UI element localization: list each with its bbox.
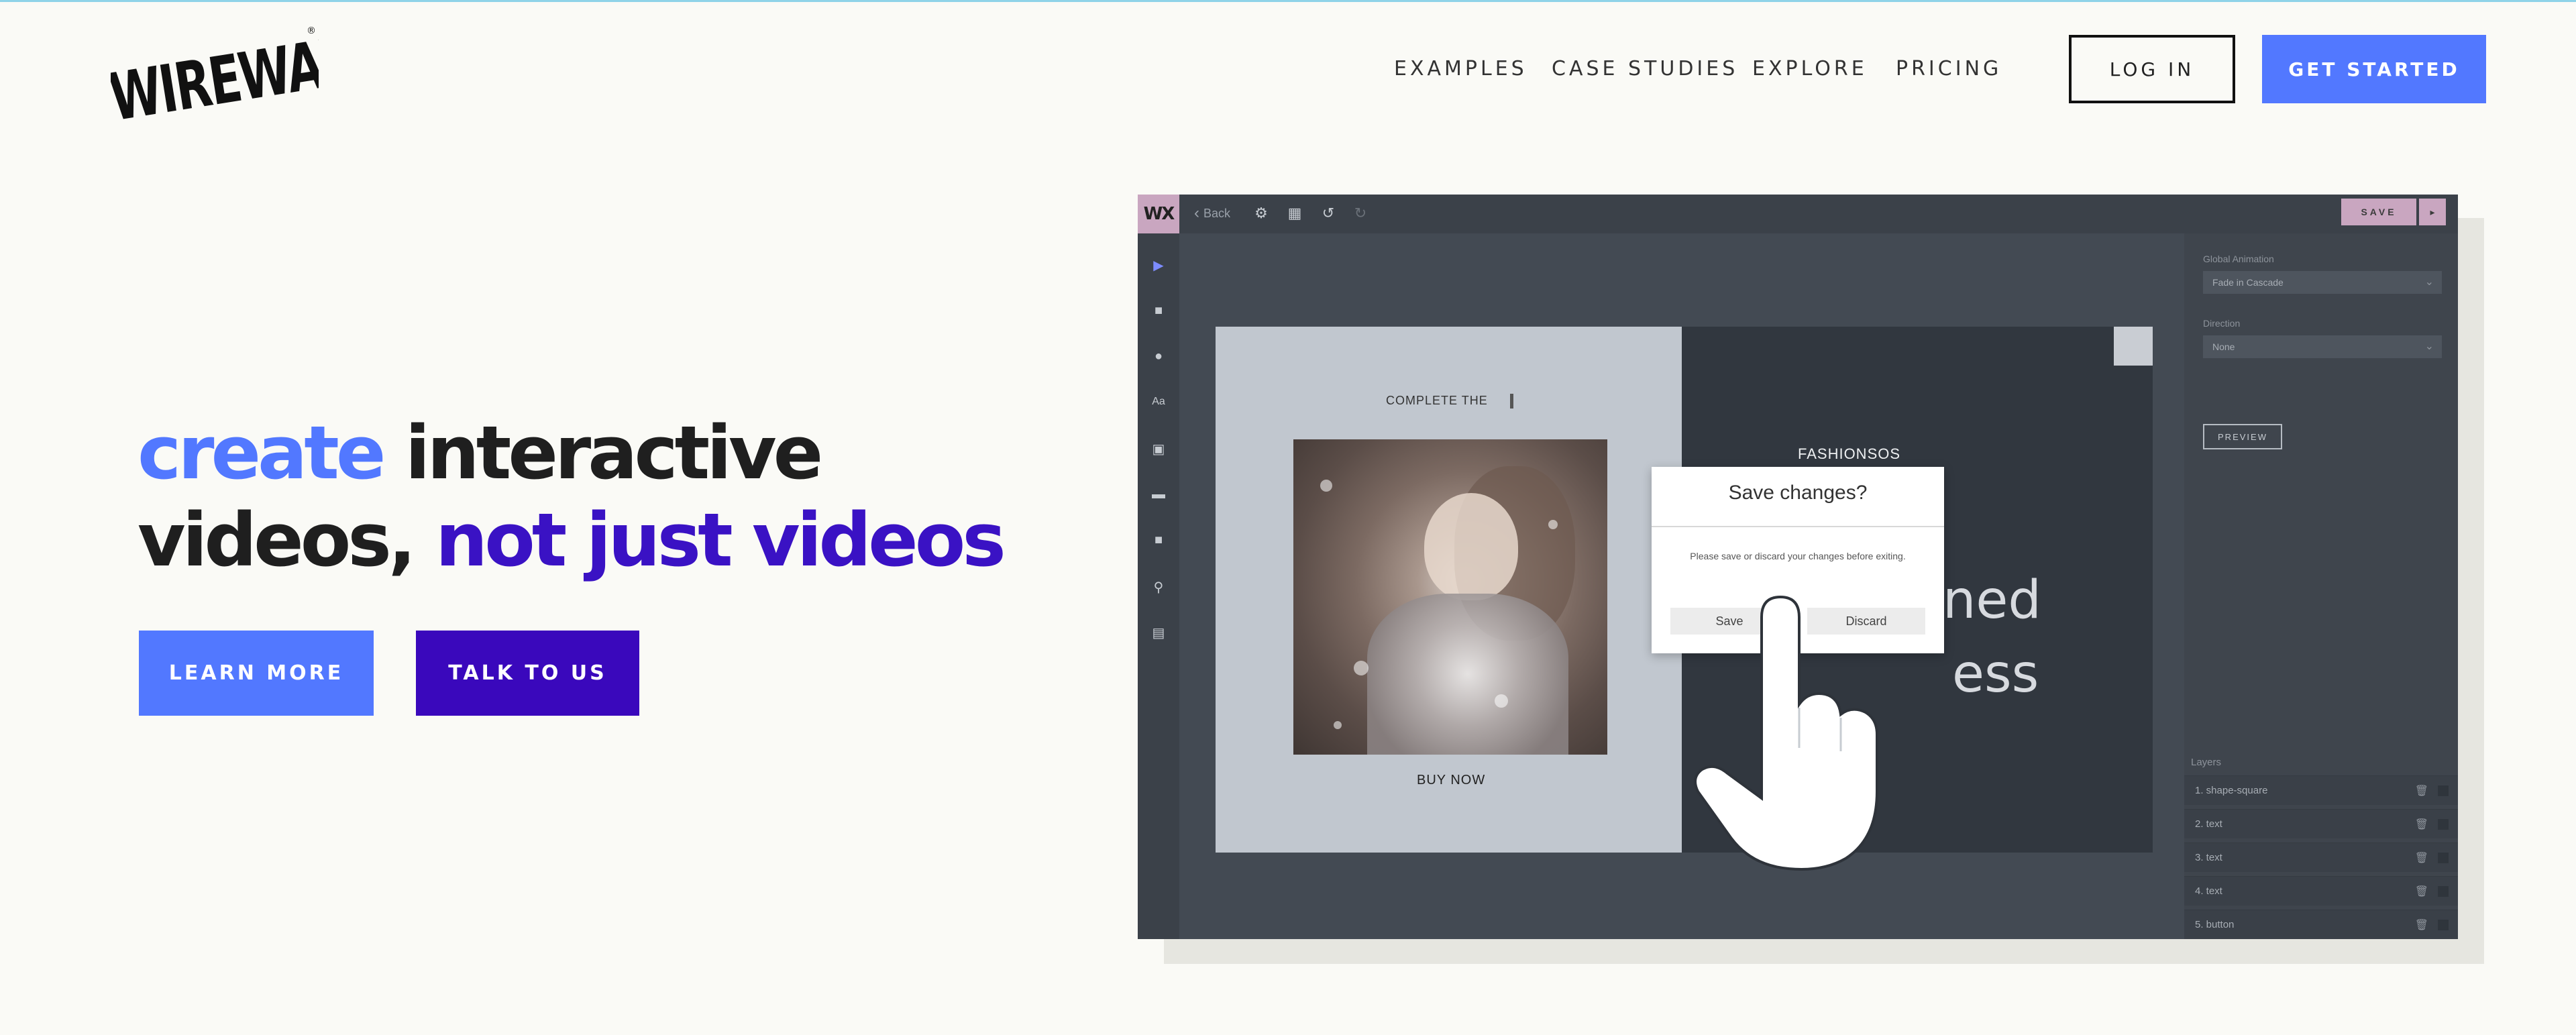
editor-toolbar: WX ‹ Back ⚙ ▦ ↺ ↻ SAVE ▸ [1138,195,2458,233]
layer-item[interactable]: 3. text 🗑 [2184,842,2458,872]
editor-tool-sidebar: ▶ ■ ● Aa ▣ ▬ ■ ⚲ ▤ [1138,233,1179,939]
photo-sweater [1367,594,1568,755]
hand-pointer-icon [1694,595,1878,871]
complete-the-text[interactable]: COMPLETE THE [1386,394,1488,408]
square-tool-icon[interactable]: ■ [1147,299,1170,322]
nav-explore[interactable]: EXPLORE [1752,57,1868,80]
location-tool-icon[interactable]: ⚲ [1147,576,1170,598]
video-tool-icon[interactable]: ■ [1147,529,1170,551]
chevron-down-icon: ⌄ [2424,341,2434,352]
dialog-divider [1652,526,1944,527]
photo-bokeh [1320,480,1332,492]
canvas-big-text-2[interactable]: ess [1952,644,2039,704]
redo-icon[interactable]: ↻ [1351,204,1370,223]
trash-icon[interactable]: 🗑 [2415,818,2428,831]
visibility-toggle[interactable] [2438,819,2449,830]
photo-bokeh [1495,694,1508,708]
layer-item[interactable]: 1. shape-square 🗑 [2184,775,2458,805]
settings-icon[interactable]: ⚙ [1252,204,1271,223]
photo-face [1424,493,1518,600]
properties-panel: Global Animation Fade in Cascade ⌄ Direct… [2184,233,2458,939]
photo-bokeh [1334,721,1342,729]
learn-more-button[interactable]: LEARN MORE [139,631,374,716]
photo-bokeh [1548,520,1558,529]
canvas-product-card[interactable]: COMPLETE THE BUY NOW [1216,327,1682,853]
circle-tool-icon[interactable]: ● [1147,345,1170,368]
login-button[interactable]: LOG IN [2069,35,2235,103]
logo-text: WIREWAX [111,22,319,121]
layer-name: 3. text [2195,852,2222,863]
nav-case-studies[interactable]: CASE STUDIES [1552,57,1738,80]
global-animation-value: Fade in Cascade [2212,277,2284,288]
model-photo [1293,439,1607,755]
preview-button[interactable]: PREVIEW [2203,424,2282,449]
nav-pricing[interactable]: PRICING [1896,57,2002,80]
nav-examples[interactable]: EXAMPLES [1394,57,1527,80]
layer-name: 1. shape-square [2195,785,2268,796]
trash-icon[interactable]: 🗑 [2415,784,2428,798]
talk-to-us-button[interactable]: TALK TO US [416,631,639,716]
fashionsos-text[interactable]: FASHIONSOS [1798,445,1900,463]
text-cursor [1510,394,1513,408]
global-animation-label: Global Animation [2203,254,2274,264]
headline-line-2: videos, not just videos [138,496,1006,584]
headline-highlight-create: create [138,410,386,496]
headline-interactive: interactive [405,410,823,496]
undo-icon[interactable]: ↺ [1319,204,1338,223]
editor-preview[interactable]: WX ‹ Back ⚙ ▦ ↺ ↻ SAVE ▸ ▶ ■ ● Aa ▣ ▬ ■ ⚲… [1138,195,2458,939]
dialog-message: Please save or discard your changes befo… [1690,551,1906,561]
back-link[interactable]: ‹ Back [1194,204,1230,223]
direction-label: Direction [2203,318,2241,329]
global-animation-select[interactable]: Fade in Cascade ⌄ [2203,271,2442,294]
hero-headline: create interactive videos, not just vide… [138,409,1006,584]
editor-save-button[interactable]: SAVE [2341,199,2416,225]
text-tool-icon[interactable]: Aa [1147,390,1170,413]
layer-name: 4. text [2195,885,2222,897]
visibility-toggle[interactable] [2438,920,2449,930]
headline-videos: videos, [138,497,417,583]
headline-highlight-not-just-videos: not just videos [435,497,1006,583]
photo-bokeh [1354,661,1368,675]
trash-icon[interactable]: 🗑 [2415,851,2428,865]
headline-line-1: create interactive [138,409,1003,496]
layer-name: 5. button [2195,919,2235,930]
visibility-toggle[interactable] [2438,853,2449,863]
visibility-toggle[interactable] [2438,886,2449,897]
layer-item[interactable]: 4. text 🗑 [2184,876,2458,906]
save-dropdown-icon[interactable]: ▸ [2419,199,2446,225]
chevron-left-icon: ‹ [1194,204,1199,222]
editor-logo: WX [1138,195,1179,233]
get-started-button[interactable]: GET STARTED [2262,35,2486,103]
layer-item[interactable]: 2. text 🗑 [2184,809,2458,838]
wirewax-logo[interactable]: WIREWAX ® [105,20,362,136]
button-tool-icon[interactable]: ▬ [1147,483,1170,506]
direction-value: None [2212,341,2235,352]
dialog-title: Save changes? [1728,482,1868,504]
layer-item[interactable]: 5. button 🗑 [2184,910,2458,939]
buy-now-text[interactable]: BUY NOW [1417,773,1485,788]
grid-icon[interactable]: ▦ [1285,204,1304,223]
chevron-down-icon: ⌄ [2424,276,2434,288]
trash-icon[interactable]: 🗑 [2415,918,2428,932]
image-tool-icon[interactable]: ▣ [1147,437,1170,460]
visibility-toggle[interactable] [2438,785,2449,796]
back-label: Back [1203,206,1231,220]
canvas-close-square[interactable] [2114,327,2153,366]
layer-name: 2. text [2195,818,2222,830]
cursor-tool-icon[interactable]: ▶ [1147,254,1170,276]
direction-select[interactable]: None ⌄ [2203,335,2442,358]
trash-icon[interactable]: 🗑 [2415,885,2428,898]
top-accent-line [0,0,2576,2]
card-tool-icon[interactable]: ▤ [1147,621,1170,644]
layers-title: Layers [2191,757,2222,768]
canvas-big-text-1[interactable]: ned [1943,570,2041,631]
logo-registered-mark: ® [307,25,316,36]
